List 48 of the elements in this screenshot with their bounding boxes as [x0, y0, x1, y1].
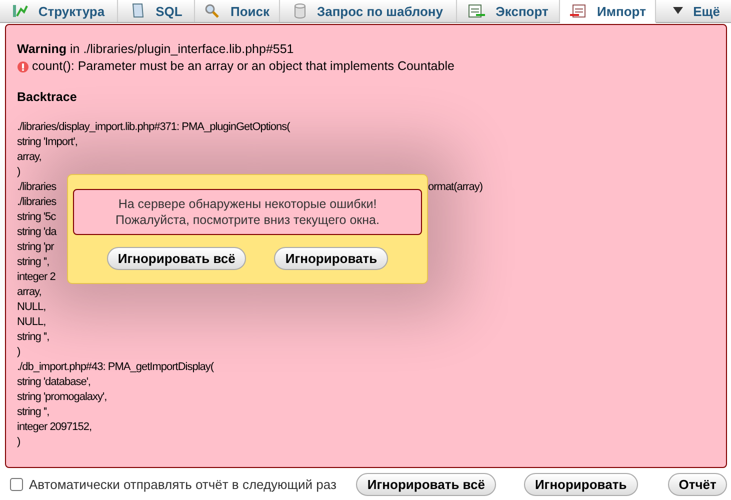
backtrace-line: ./libraries — [17, 180, 56, 196]
tab[interactable]: Структура — [0, 0, 118, 22]
backtrace-line: ) — [17, 165, 20, 180]
search-icon — [204, 3, 220, 20]
backtrace-line: ) — [17, 435, 20, 450]
structure-icon — [12, 3, 28, 20]
backtrace-line: NULL, — [17, 300, 46, 316]
document-icon — [130, 3, 146, 20]
backtrace-line: string 'database', — [17, 375, 90, 390]
database-icon — [292, 3, 307, 20]
warning-title: Warning in ./libraries/plugin_interface.lib.php#551 — [17, 42, 294, 56]
checkbox[interactable] — [10, 478, 23, 491]
tab[interactable]: SQL — [118, 0, 195, 22]
dialog-button[interactable]: Игнорировать — [274, 247, 388, 270]
export-icon — [468, 3, 486, 20]
backtrace-heading: Backtrace — [17, 90, 78, 106]
backtrace-line: string '', — [17, 330, 50, 346]
footer-button[interactable]: Игнорировать — [524, 472, 638, 496]
error-message: count(): Parameter must be an array or an object that implements Countable — [32, 58, 454, 76]
error-icon — [17, 60, 29, 73]
backtrace-line: string '', — [17, 405, 50, 420]
backtrace-line: ./libraries — [17, 195, 56, 210]
footer-button[interactable]: Игнорировать всё — [356, 472, 496, 496]
caret-icon — [673, 7, 684, 16]
tab[interactable]: Запрос по шаблону — [280, 0, 457, 22]
checkbox-label: Автоматически отправлять отчёт в следующий раз — [29, 476, 336, 492]
backtrace-line: string '', — [17, 255, 50, 270]
backtrace-line: ormat(array) — [428, 180, 483, 196]
backtrace-line: integer 2097152, — [17, 420, 92, 436]
dialog-button[interactable]: Игнорировать всё — [106, 247, 246, 270]
backtrace-line: NULL, — [17, 315, 46, 330]
dialog-message: На сервере обнаружены некоторые ошибки! Пожалуйста, посмотрите вниз текущего окна. — [73, 189, 422, 235]
import-icon — [569, 3, 588, 20]
backtrace-line: ) — [17, 345, 20, 360]
backtrace-line: string 'da — [17, 225, 56, 240]
backtrace-line: string 'pr — [17, 240, 54, 256]
tab[interactable]: Поиск — [195, 0, 280, 22]
backtrace-line: string 'promogalaxy', — [17, 390, 107, 406]
backtrace-line: array, — [17, 285, 42, 300]
backtrace-line: ./db_import.php#43: PMA_getImportDisplay( — [17, 360, 214, 376]
backtrace-line: ./libraries/display_import.lib.php#371: PMA_pluginGetOptions( — [17, 120, 290, 136]
tab[interactable]: Экспорт — [457, 0, 560, 22]
backtrace-line: string 'Import', — [17, 135, 78, 150]
backtrace-line: array, — [17, 150, 42, 166]
footer-button[interactable]: Отчёт — [668, 472, 728, 496]
backtrace-line: string '5c — [17, 210, 56, 226]
tab[interactable]: Импорт — [560, 0, 656, 24]
backtrace-line: integer 2 — [17, 270, 56, 286]
